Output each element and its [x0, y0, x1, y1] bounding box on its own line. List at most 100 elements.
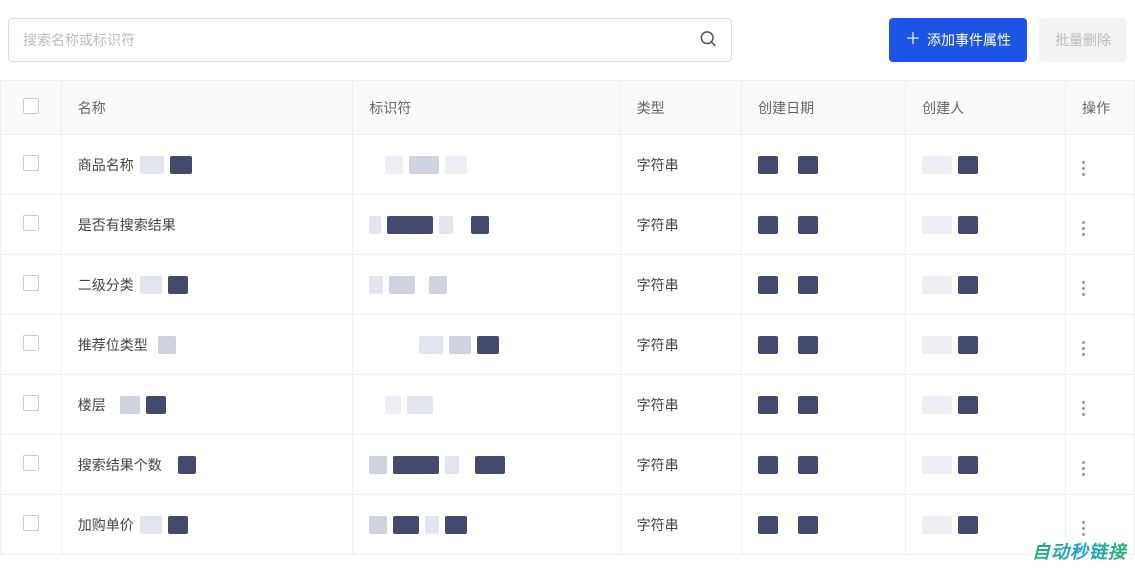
more-icon[interactable] [1082, 398, 1085, 418]
redacted-block [419, 336, 443, 354]
redacted-block [170, 156, 192, 174]
redacted-block [393, 456, 439, 474]
table-header-row: 名称 标识符 类型 创建日期 创建人 操作 [1, 81, 1135, 135]
row-checkbox[interactable] [23, 155, 39, 171]
row-type: 字符串 [620, 315, 742, 375]
more-icon[interactable] [1082, 218, 1085, 238]
redacted-block [798, 156, 818, 174]
redacted-block [445, 456, 459, 474]
redacted-block [758, 516, 778, 534]
row-checkbox[interactable] [23, 335, 39, 351]
redacted-block [445, 156, 467, 174]
redacted-block [389, 276, 415, 294]
redacted-block [798, 336, 818, 354]
redacted-block [471, 216, 489, 234]
bulk-delete-label: 批量删除 [1055, 30, 1111, 50]
redacted-block [922, 216, 952, 234]
table-row: 二级分类 字符串 [1, 255, 1135, 315]
row-name: 搜索结果个数 [78, 455, 162, 475]
search-field-wrap [8, 18, 732, 62]
redacted-block [758, 336, 778, 354]
redacted-block [922, 456, 952, 474]
row-name: 推荐位类型 [78, 335, 148, 355]
table-row: 是否有搜索结果 字符串 [1, 195, 1135, 255]
redacted-block [407, 396, 433, 414]
redacted-block [758, 276, 778, 294]
row-type: 字符串 [620, 495, 742, 555]
redacted-block [798, 456, 818, 474]
table-row: 商品名称 字符串 [1, 135, 1135, 195]
redacted-block [798, 276, 818, 294]
row-type: 字符串 [620, 435, 742, 495]
row-name: 二级分类 [78, 275, 134, 295]
header-type: 类型 [620, 81, 742, 135]
row-type: 字符串 [620, 375, 742, 435]
redacted-block [798, 396, 818, 414]
row-type: 字符串 [620, 255, 742, 315]
redacted-block [798, 516, 818, 534]
header-check [1, 81, 62, 135]
more-icon[interactable] [1082, 278, 1085, 298]
table-body: 商品名称 字符串 [1, 135, 1135, 555]
row-type: 字符串 [620, 135, 742, 195]
bulk-delete-button[interactable]: 批量删除 [1039, 18, 1127, 62]
row-type: 字符串 [620, 195, 742, 255]
redacted-block [922, 396, 952, 414]
redacted-block [922, 156, 952, 174]
redacted-block [140, 156, 164, 174]
header-created-date: 创建日期 [742, 81, 906, 135]
redacted-block [140, 276, 162, 294]
redacted-block [758, 156, 778, 174]
redacted-block [385, 396, 401, 414]
header-name: 名称 [61, 81, 353, 135]
redacted-block [140, 516, 162, 534]
more-icon[interactable] [1082, 338, 1085, 358]
more-icon[interactable] [1082, 518, 1085, 538]
row-name: 加购单价 [78, 515, 134, 535]
row-checkbox[interactable] [23, 215, 39, 231]
table-row: 搜索结果个数 字符串 [1, 435, 1135, 495]
more-icon[interactable] [1082, 458, 1085, 478]
redacted-block [369, 456, 387, 474]
header-creator: 创建人 [906, 81, 1066, 135]
row-checkbox[interactable] [23, 455, 39, 471]
redacted-block [158, 336, 176, 354]
data-table: 名称 标识符 类型 创建日期 创建人 操作 商品名称 [0, 80, 1135, 555]
redacted-block [369, 516, 387, 534]
redacted-block [958, 276, 978, 294]
add-button-label: 添加事件属性 [927, 30, 1011, 50]
row-checkbox[interactable] [23, 395, 39, 411]
redacted-block [958, 396, 978, 414]
redacted-block [958, 516, 978, 534]
search-input[interactable] [8, 18, 732, 62]
redacted-block [922, 516, 952, 534]
row-name: 楼层 [78, 395, 106, 415]
redacted-block [449, 336, 471, 354]
redacted-block [387, 216, 433, 234]
row-name: 是否有搜索结果 [78, 215, 176, 235]
plus-icon: ＋ [905, 32, 921, 48]
redacted-block [758, 456, 778, 474]
header-identifier: 标识符 [353, 81, 620, 135]
redacted-block [958, 156, 978, 174]
redacted-block [168, 516, 188, 534]
redacted-block [958, 216, 978, 234]
table-row: 楼层 字符串 [1, 375, 1135, 435]
redacted-block [369, 216, 381, 234]
redacted-block [439, 216, 453, 234]
toolbar: ＋ 添加事件属性 批量删除 [0, 0, 1135, 80]
select-all-checkbox[interactable] [23, 98, 39, 114]
add-event-property-button[interactable]: ＋ 添加事件属性 [889, 18, 1027, 62]
more-icon[interactable] [1082, 158, 1085, 178]
row-checkbox[interactable] [23, 515, 39, 531]
redacted-block [477, 336, 499, 354]
redacted-block [958, 336, 978, 354]
redacted-block [178, 456, 196, 474]
redacted-block [393, 516, 419, 534]
redacted-block [475, 456, 505, 474]
row-checkbox[interactable] [23, 275, 39, 291]
redacted-block [922, 336, 952, 354]
table-row: 加购单价 字符串 [1, 495, 1135, 555]
header-operation: 操作 [1066, 81, 1135, 135]
redacted-block [120, 396, 140, 414]
